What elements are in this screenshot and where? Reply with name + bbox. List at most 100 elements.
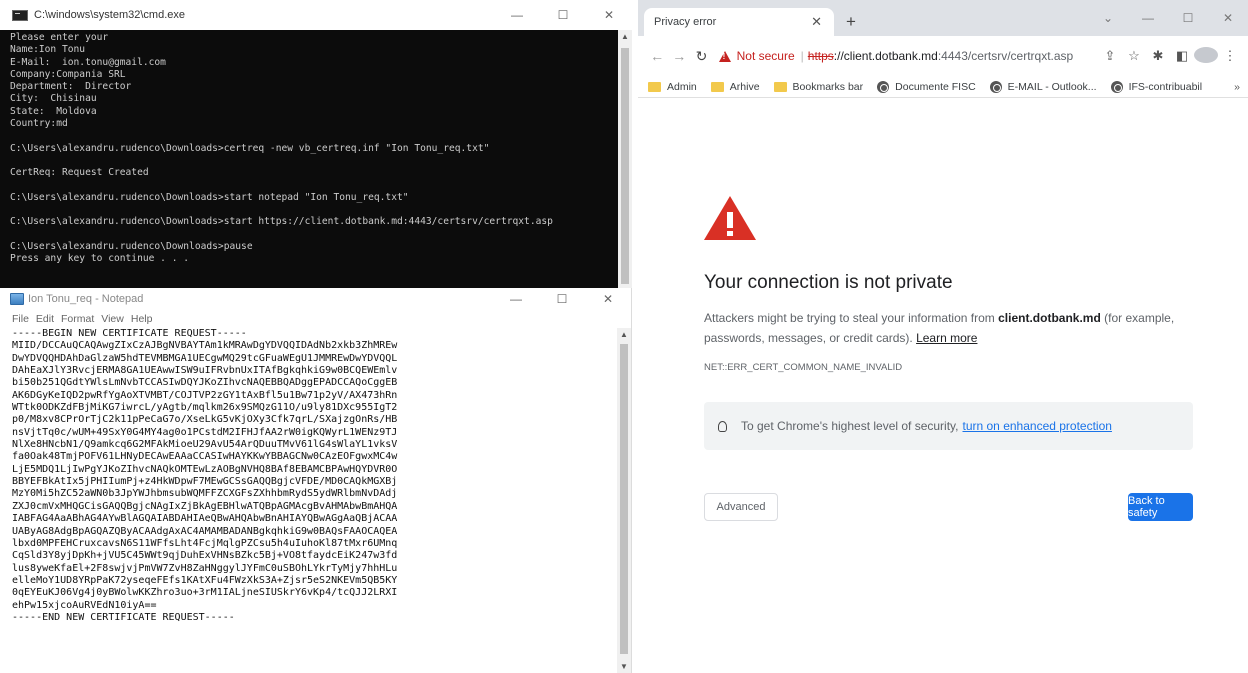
text-line: MIID/DCCAuQCAQAwgZIxCzAJBgNVBAYTAm1kMRAw…: [12, 340, 398, 352]
bookmark-documente-fisc[interactable]: Documente FISC: [877, 80, 976, 93]
text-line: IABFAG4AaABhAG4AYwBlAGQAIABDAHIAeQBwAHQA…: [12, 513, 398, 525]
bookmark-arhive[interactable]: Arhive: [710, 81, 760, 93]
bookmark-email-outlook[interactable]: E-MAIL - Outlook...: [989, 80, 1097, 93]
enhanced-protection-link[interactable]: turn on enhanced protection: [963, 419, 1112, 433]
bookmark-admin[interactable]: Admin: [648, 81, 697, 93]
tab-strip: Privacy error ✕ + ⌄ — ☐ ✕: [638, 0, 1248, 36]
scroll-up-icon[interactable]: ▲: [620, 330, 628, 339]
scroll-up-icon[interactable]: ▲: [621, 32, 629, 41]
close-icon[interactable]: ✕: [1208, 0, 1248, 36]
notepad-titlebar[interactable]: Ion Tonu_req - Notepad — ☐ ✕: [0, 288, 631, 310]
text-line: bi50b251QGdtYWlsLmNvbTCCASIwDQYJKoZIhvcN…: [12, 377, 398, 389]
text-line: WTtk0ODKZdFBjMiKG7iwrcL/yAgtb/mqlkm26x9S…: [12, 402, 398, 414]
console-line: City: Chisinau: [10, 93, 97, 105]
not-secure-label[interactable]: Not secure: [737, 49, 795, 63]
menu-file[interactable]: File: [12, 313, 29, 325]
menu-format[interactable]: Format: [61, 313, 94, 325]
bookmark-ifs-contribuabil[interactable]: IFS-contribuabil: [1110, 80, 1203, 93]
text-line: p0/M8xv8CPrOrTjC2k11pPeCaG7o/XseLkG5vKjO…: [12, 414, 398, 426]
bookmark-star-icon[interactable]: ☆: [1122, 48, 1146, 64]
advanced-button[interactable]: Advanced: [704, 493, 778, 521]
url-path: :4443/certsrv/certrqxt.asp: [937, 49, 1074, 63]
menu-help[interactable]: Help: [131, 313, 153, 325]
warning-icon[interactable]: [718, 50, 731, 62]
chrome-window: Privacy error ✕ + ⌄ — ☐ ✕ ← → ↻ Not secu…: [638, 0, 1248, 673]
error-code[interactable]: NET::ERR_CERT_COMMON_NAME_INVALID: [704, 362, 902, 373]
maximize-icon[interactable]: ☐: [540, 0, 586, 30]
text-line: ehPw15xjcoAuRVEdN10iyA==: [12, 599, 157, 611]
cmd-window: C:\windows\system32\cmd.exe — ☐ ✕ Please…: [0, 0, 632, 288]
close-icon[interactable]: ✕: [586, 0, 632, 30]
menu-kebab-icon[interactable]: ⋮: [1218, 48, 1242, 64]
error-description: Attackers might be trying to steal your …: [704, 308, 1194, 348]
desc-text: Attackers might be trying to steal your …: [704, 311, 999, 325]
url-host: ://client.dotbank.md: [833, 49, 938, 63]
bookmark-label: IFS-contribuabil: [1128, 80, 1203, 93]
menu-edit[interactable]: Edit: [36, 313, 54, 325]
minimize-icon[interactable]: —: [1128, 0, 1168, 36]
desc-host: client.dotbank.md: [998, 311, 1101, 325]
maximize-icon[interactable]: ☐: [1168, 0, 1208, 36]
text-line: CqSld3Y8yjDpKh+jVU5C45WWt9qjDuhExVHNsBZk…: [12, 550, 398, 562]
maximize-icon[interactable]: ☐: [539, 288, 585, 310]
reload-icon[interactable]: ↻: [690, 48, 712, 65]
tab-privacy-error[interactable]: Privacy error ✕: [644, 8, 834, 36]
enhanced-protection-box: To get Chrome's highest level of securit…: [704, 402, 1193, 450]
close-icon[interactable]: ✕: [585, 288, 631, 310]
text-line: DwYDVQQHDAhDaGlzaW5hdTEVMBMGA1UECgwMQ29t…: [12, 352, 398, 364]
text-line: lus8yweKfaEl+2F8swjvjPmVW7ZvH8ZaHNggylJY…: [12, 562, 398, 574]
chrome-window-controls: ⌄ — ☐ ✕: [1088, 0, 1248, 36]
scroll-down-icon[interactable]: ▼: [620, 662, 628, 671]
minimize-icon[interactable]: —: [494, 0, 540, 30]
learn-more-link[interactable]: Learn more: [916, 331, 977, 345]
bookmark-bookmarks-bar[interactable]: Bookmarks bar: [773, 81, 863, 93]
globe-icon: [1110, 80, 1123, 93]
scrollbar-thumb[interactable]: [621, 48, 629, 284]
cmd-titlebar[interactable]: C:\windows\system32\cmd.exe — ☐ ✕: [0, 0, 632, 30]
tab-close-icon[interactable]: ✕: [811, 14, 822, 30]
forward-icon[interactable]: →: [668, 48, 690, 64]
back-to-safety-button[interactable]: Back to safety: [1128, 493, 1193, 521]
side-panel-icon[interactable]: ◧: [1170, 48, 1194, 64]
globe-icon: [877, 80, 890, 93]
folder-icon: [773, 81, 787, 92]
console-line: CertReq: Request Created: [10, 167, 149, 179]
notepad-text-area[interactable]: -----BEGIN NEW CERTIFICATE REQUEST----- M…: [0, 328, 618, 673]
more-bookmarks-icon[interactable]: »: [1234, 81, 1240, 93]
text-line: -----BEGIN NEW CERTIFICATE REQUEST-----: [12, 328, 247, 339]
console-line: C:\Users\alexandru.rudenco\Downloads>cer…: [10, 142, 490, 154]
cmd-app-icon: [12, 9, 28, 21]
extensions-icon[interactable]: ✱: [1146, 48, 1170, 64]
console-line: Department: Director: [10, 81, 132, 93]
privacy-error-page: Your connection is not private Attackers…: [638, 98, 1248, 673]
menu-view[interactable]: View: [101, 313, 124, 325]
cmd-console-output[interactable]: Please enter your Name:Ion Tonu E-Mail: io…: [0, 30, 618, 288]
text-line: -----END NEW CERTIFICATE REQUEST-----: [12, 611, 235, 623]
scrollbar-thumb[interactable]: [620, 344, 628, 654]
cmd-scrollbar[interactable]: ▲: [618, 30, 632, 288]
console-line: Company:Compania SRL: [10, 68, 126, 80]
tab-search-icon[interactable]: ⌄: [1088, 0, 1128, 36]
cmd-title: C:\windows\system32\cmd.exe: [34, 9, 185, 21]
globe-icon: [989, 80, 1002, 93]
back-icon[interactable]: ←: [646, 48, 668, 64]
lightbulb-icon: [718, 420, 727, 432]
url-scheme: https: [807, 49, 834, 63]
profile-avatar[interactable]: [1194, 46, 1218, 66]
omnibox-separator: |: [800, 49, 804, 63]
address-bar[interactable]: Not secure | https ://client.dotbank.md …: [718, 42, 1098, 70]
share-icon[interactable]: ⇪: [1098, 48, 1122, 64]
folder-icon: [648, 81, 661, 92]
notepad-scrollbar[interactable]: ▲ ▼: [617, 328, 631, 673]
minimize-icon[interactable]: —: [493, 288, 539, 310]
text-line: 0qEYEuKJ06Vg4j0yBWolwKKZhro3uo+3rM1IALjn…: [12, 587, 398, 599]
new-tab-icon[interactable]: +: [846, 12, 856, 32]
tab-title: Privacy error: [654, 16, 717, 28]
danger-exclamation-mark: [727, 212, 733, 228]
bookmark-label: E-MAIL - Outlook...: [1007, 80, 1097, 93]
